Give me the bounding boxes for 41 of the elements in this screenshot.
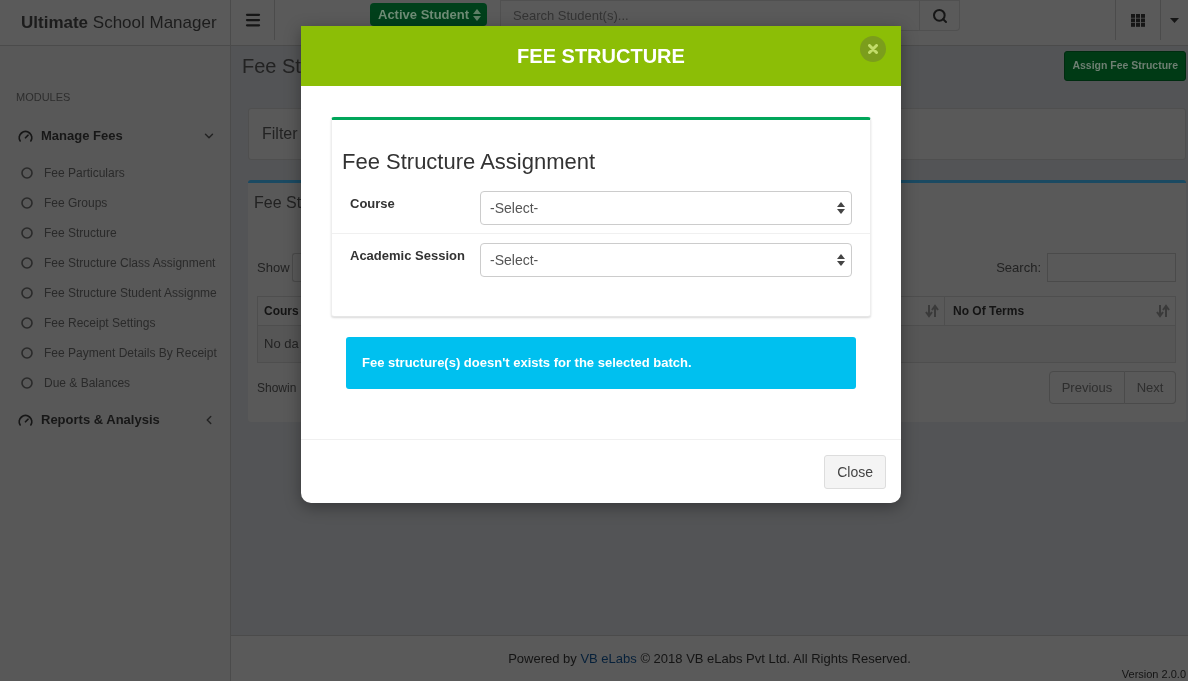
circle-icon (21, 167, 33, 179)
circle-icon (21, 197, 33, 209)
info-alert: Fee structure(s) doesn't exists for the selected batch. (346, 337, 856, 389)
circle-icon (21, 317, 33, 329)
column-header[interactable]: Cours (258, 297, 300, 325)
close-icon (868, 44, 878, 54)
sidebar-group[interactable]: Manage Fees (0, 116, 230, 156)
select-arrows-icon (473, 8, 481, 21)
circle-icon (21, 257, 33, 269)
grid-icon (1131, 13, 1145, 27)
gauge-icon (18, 128, 33, 144)
gauge-icon (18, 412, 33, 428)
circle-icon (21, 227, 33, 239)
search-icon (931, 7, 948, 24)
close-button[interactable] (860, 36, 886, 62)
sort-icon (925, 304, 939, 318)
circle-icon (21, 377, 33, 389)
field-label: Academic Session (349, 247, 466, 265)
footer-link[interactable]: VB eLabs (580, 651, 637, 666)
select-field[interactable]: -Select- (480, 243, 852, 277)
app-logo[interactable]: Ultimate School Manager (21, 9, 217, 36)
sidebar-group[interactable]: Reports & Analysis (0, 400, 230, 440)
modal-title: FEE STRUCTURE (517, 44, 685, 69)
status-filter-select[interactable]: Active Student (370, 3, 487, 26)
footer-text: Powered by VB eLabs © 2018 VB eLabs Pvt Ltd. All Rights Reserved. (507, 650, 912, 668)
circle-icon (21, 287, 33, 299)
search-button[interactable] (920, 0, 960, 31)
select-field[interactable]: -Select- (480, 191, 852, 225)
assign-fee-structure-button[interactable]: Assign Fee Structure (1064, 51, 1186, 81)
caret-down-icon (1170, 17, 1179, 23)
version-label: Version 2.0.0 (1121, 668, 1186, 680)
form-title: Fee Structure Assignment (341, 148, 597, 176)
search-label: Search: (996, 258, 1041, 277)
select-arrows-icon (837, 254, 845, 266)
column-header[interactable]: No Of Terms (945, 297, 1175, 325)
select-arrows-icon (837, 202, 845, 214)
menu-icon (243, 11, 262, 29)
circle-icon (21, 347, 33, 359)
sort-icon (1156, 304, 1170, 318)
field-label: Course (349, 195, 396, 213)
close-dialog-button[interactable]: Close (824, 455, 886, 489)
